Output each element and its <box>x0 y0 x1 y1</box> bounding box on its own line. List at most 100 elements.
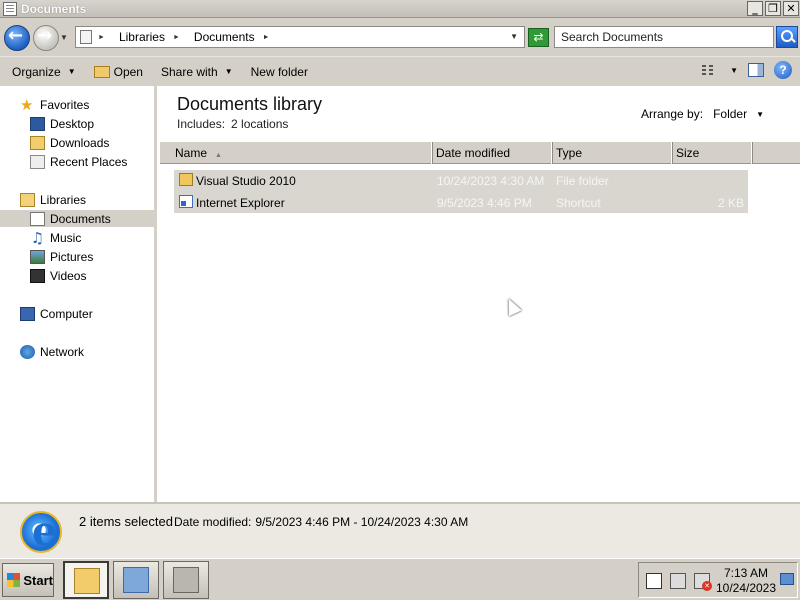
clock[interactable]: 7:13 AM 10/24/2023 <box>715 566 777 596</box>
network-status-icon[interactable] <box>670 573 686 589</box>
maximize-button[interactable]: ❐ <box>765 1 781 16</box>
clock-date: 10/24/2023 <box>715 581 777 595</box>
nav-videos[interactable]: Videos <box>30 267 86 284</box>
chevron-down-icon: ▼ <box>224 67 233 76</box>
nav-network[interactable]: Network <box>20 343 84 360</box>
address-bar[interactable]: ► Libraries ► Documents ► ▼ <box>75 26 525 48</box>
breadcrumb-root-arrow[interactable]: ► <box>98 34 111 41</box>
file-rows: Visual Studio 2010 10/24/2023 4:30 AM Fi… <box>174 170 748 213</box>
file-list-pane: Documents library Includes: 2 locations A… <box>160 86 800 502</box>
arrange-by-dropdown[interactable]: Folder <box>713 107 747 121</box>
taskbar-firewall-button[interactable] <box>163 561 209 599</box>
show-desktop-icon[interactable] <box>780 573 794 585</box>
nav-computer[interactable]: Computer <box>20 305 93 322</box>
file-name: Visual Studio 2010 <box>196 174 296 188</box>
network-icon <box>20 344 35 359</box>
search-input[interactable]: Search Documents <box>554 26 774 48</box>
pictures-icon <box>30 249 45 264</box>
computer-icon <box>20 306 35 321</box>
music-icon: ♫ <box>30 228 45 247</box>
nav-favorites[interactable]: ★ Favorites <box>20 96 89 113</box>
recent-pages-dropdown[interactable]: ▼ <box>60 33 68 42</box>
start-button[interactable]: Start <box>2 563 54 597</box>
open-button[interactable]: Open <box>88 60 149 84</box>
column-headers: Name ▲ Date modified Type Size <box>160 142 800 164</box>
taskbar-explorer-button[interactable] <box>63 561 109 599</box>
window-title: Documents <box>21 1 87 16</box>
search-icon[interactable] <box>776 26 798 48</box>
address-history-dropdown[interactable]: ▼ <box>510 32 518 41</box>
chevron-down-icon: ▼ <box>67 67 76 76</box>
column-header-type[interactable]: Type <box>552 142 672 164</box>
file-date: 9/5/2023 4:46 PM <box>437 196 532 210</box>
forward-button[interactable] <box>33 25 59 51</box>
window-icon <box>3 1 17 16</box>
location-icon <box>80 30 92 44</box>
breadcrumb-arrow[interactable]: ► <box>173 34 186 41</box>
shortcut-icon <box>179 195 193 208</box>
libraries-icon <box>20 192 35 207</box>
close-button[interactable]: ✕ <box>783 1 799 16</box>
window-controls: _ ❐ ✕ <box>747 1 799 16</box>
recent-places-icon <box>30 154 45 169</box>
sort-ascending-icon: ▲ <box>215 152 222 159</box>
windows-logo-icon <box>7 573 21 587</box>
help-icon[interactable]: ? <box>774 61 792 79</box>
details-pane: 2 items selected Date modified:9/5/2023 … <box>0 502 800 558</box>
videos-icon <box>30 268 45 283</box>
volume-muted-icon[interactable] <box>694 573 712 591</box>
file-date: 10/24/2023 4:30 AM <box>437 174 545 188</box>
selection-date-range: Date modified: 9/5/2023 4:46 PM - 10/24/2… <box>174 515 469 529</box>
file-row[interactable]: Internet Explorer 9/5/2023 4:46 PM Short… <box>174 192 748 213</box>
nav-downloads[interactable]: Downloads <box>30 134 109 151</box>
preview-pane-icon[interactable] <box>748 63 764 77</box>
desktop-icon <box>30 116 45 131</box>
command-bar: Organize ▼ Open Share with ▼ New folder ▼ … <box>0 56 800 86</box>
taskbar-server-manager-button[interactable] <box>113 561 159 599</box>
library-title: Documents library <box>177 94 323 114</box>
file-type: File folder <box>556 174 609 188</box>
share-with-button[interactable]: Share with ▼ <box>155 60 239 84</box>
change-view-icon[interactable] <box>702 63 720 77</box>
system-tray: 7:13 AM 10/24/2023 <box>638 562 798 598</box>
firewall-icon <box>173 567 199 593</box>
organize-button[interactable]: Organize ▼ <box>6 60 82 84</box>
library-locations-link[interactable]: 2 locations <box>231 117 288 131</box>
new-folder-button[interactable]: New folder <box>245 60 314 84</box>
file-name: Internet Explorer <box>196 196 285 210</box>
minimize-button[interactable]: _ <box>747 1 763 16</box>
chevron-down-icon[interactable]: ▼ <box>756 110 764 119</box>
breadcrumb-documents[interactable]: Documents <box>194 30 255 44</box>
refresh-button[interactable]: ⇄ <box>528 28 549 47</box>
title-bar: Documents _ ❐ ✕ <box>0 0 800 18</box>
nav-music[interactable]: ♫ Music <box>30 228 82 247</box>
file-row[interactable]: Visual Studio 2010 10/24/2023 4:30 AM Fi… <box>174 170 748 191</box>
column-header-date-modified[interactable]: Date modified <box>432 142 552 164</box>
nav-recent-places[interactable]: Recent Places <box>30 153 127 170</box>
column-header-size[interactable]: Size <box>672 142 752 164</box>
explorer-icon <box>74 568 100 594</box>
main-area: ★ Favorites Desktop Downloads Recent Plac… <box>0 86 800 502</box>
internet-explorer-icon <box>20 508 62 555</box>
nav-libraries[interactable]: Libraries <box>20 191 86 208</box>
breadcrumb-libraries[interactable]: Libraries <box>119 30 165 44</box>
back-button[interactable] <box>4 25 30 51</box>
open-folder-icon <box>93 65 110 78</box>
view-controls: ▼ ? <box>702 61 792 79</box>
nav-pictures[interactable]: Pictures <box>30 248 93 265</box>
arrange-by: Arrange by: Folder ▼ <box>641 107 764 121</box>
selection-count: 2 items selected <box>79 514 173 529</box>
taskbar: Start 7:13 AM 10/24/2023 <box>0 558 800 600</box>
file-type: Shortcut <box>556 196 601 210</box>
file-size: 2 KB <box>717 196 744 210</box>
navigation-pane: ★ Favorites Desktop Downloads Recent Plac… <box>0 86 157 502</box>
action-center-icon[interactable] <box>646 573 662 589</box>
nav-desktop[interactable]: Desktop <box>30 115 94 132</box>
breadcrumb-trailing-arrow[interactable]: ► <box>263 34 276 41</box>
downloads-icon <box>30 135 45 150</box>
nav-documents[interactable]: Documents <box>0 210 157 227</box>
clock-time: 7:13 AM <box>723 566 769 580</box>
view-options-dropdown[interactable]: ▼ <box>730 66 738 75</box>
column-header-name[interactable]: Name ▲ <box>160 142 432 164</box>
star-icon: ★ <box>20 95 34 114</box>
